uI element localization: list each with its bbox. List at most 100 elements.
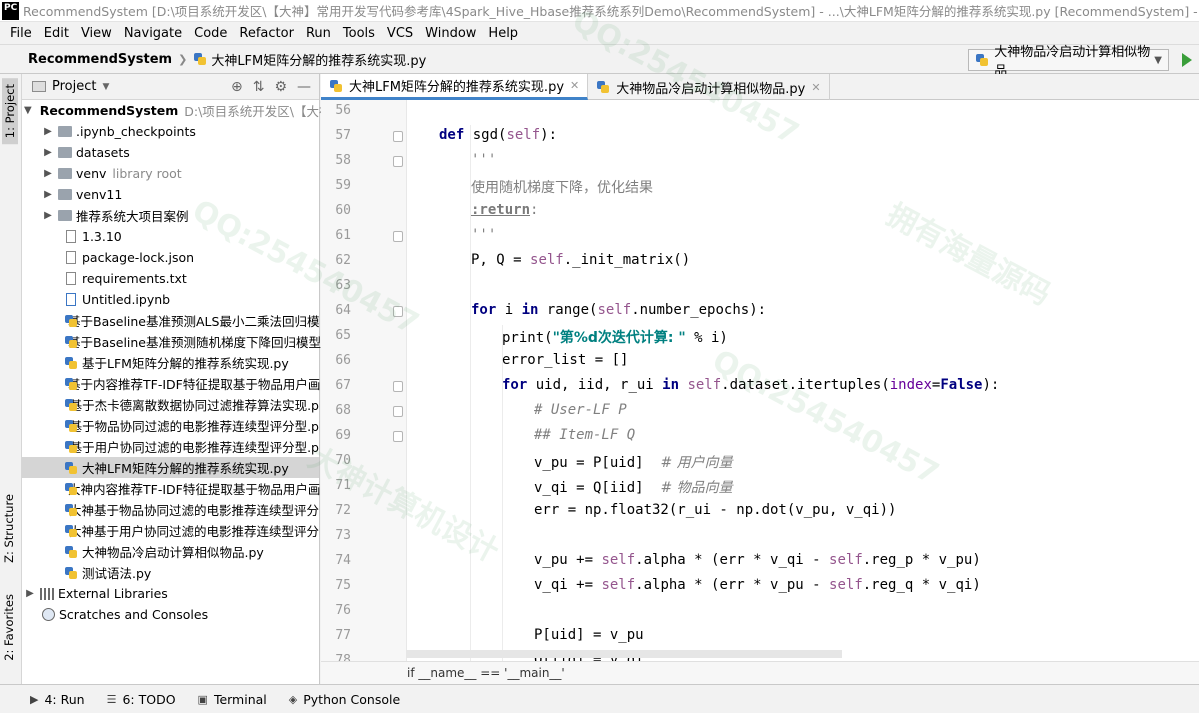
close-icon[interactable]: ✕ [811, 81, 820, 94]
menu-refactor[interactable]: Refactor [233, 26, 300, 41]
chevron-right-icon[interactable]: ▶ [42, 168, 54, 179]
tree-file[interactable]: 基于物品协同过滤的电影推荐连续型评分型.p [22, 415, 319, 436]
tree-folder[interactable]: ▶ 推荐系统大项目案例 [22, 205, 319, 226]
chevron-down-icon: ▼ [1154, 54, 1162, 66]
tab-label: 大神物品冷启动计算相似物品.py [616, 81, 806, 97]
chevron-down-icon[interactable]: ▼ [24, 105, 32, 116]
tree-folder[interactable]: ▶ datasets [22, 142, 319, 163]
line-number: 68 [335, 403, 351, 418]
fold-icon[interactable] [393, 231, 403, 242]
tree-file[interactable]: 测试语法.py [22, 562, 319, 583]
folder-icon [32, 81, 46, 92]
tree-external-libraries[interactable]: ▶ External Libraries [22, 583, 319, 604]
fold-icon[interactable] [393, 406, 403, 417]
python-file-icon [64, 440, 75, 454]
line-number: 62 [335, 253, 351, 268]
menu-code[interactable]: Code [188, 26, 233, 41]
tree-file[interactable]: 基于杰卡德离散数据协同过滤推荐算法实现.p [22, 394, 319, 415]
chevron-right-icon[interactable]: ▶ [24, 588, 36, 599]
tree-file[interactable]: 大神基于物品协同过滤的电影推荐连续型评分 [22, 499, 319, 520]
tree-file[interactable]: 大神基于用户协同过滤的电影推荐连续型评分 [22, 520, 319, 541]
chevron-right-icon[interactable]: ▶ [42, 210, 54, 221]
fold-icon[interactable] [393, 131, 403, 142]
tree-file[interactable]: 基于用户协同过滤的电影推荐连续型评分型.p [22, 436, 319, 457]
python-console-tool-button[interactable]: ◈ Python Console [289, 692, 400, 707]
python-file-icon [64, 461, 78, 475]
tree-folder[interactable]: ▶ .ipynb_checkpoints [22, 121, 319, 142]
python-file-icon [64, 419, 75, 433]
tree-file[interactable]: package-lock.json [22, 247, 319, 268]
menu-window[interactable]: Window [419, 26, 482, 41]
fold-icon[interactable] [393, 306, 403, 317]
run-configuration-select[interactable]: 大神物品冷启动计算相似物品 ▼ [968, 45, 1169, 79]
breadcrumb-scope[interactable]: if __name__ == '__main__' [407, 666, 565, 680]
tree-file[interactable]: 大神物品冷启动计算相似物品.py [22, 541, 319, 562]
menu-file[interactable]: File [4, 26, 38, 41]
hide-panel-icon[interactable]: — [297, 79, 311, 95]
code-line: 71 v_qi = Q[iid] # 物品向量 [321, 475, 1199, 500]
locate-file-icon[interactable]: ⊕ [231, 79, 243, 95]
tree-root[interactable]: ▼ RecommendSystem D:\项目系统开发区\【大神 [22, 100, 332, 121]
file-icon [66, 230, 76, 243]
tree-file-label: requirements.txt [82, 271, 187, 286]
line-number: 75 [335, 578, 351, 593]
library-root-hint: library root [112, 166, 182, 181]
python-file-icon [64, 545, 78, 559]
tab-structure-toolwindow[interactable]: Z: Structure [2, 494, 16, 563]
menu-tools[interactable]: Tools [337, 26, 381, 41]
tree-folder[interactable]: ▶ venv11 [22, 184, 319, 205]
tree-file[interactable]: 大神内容推荐TF-IDF特征提取基于物品用户画 [22, 478, 320, 499]
terminal-tool-button[interactable]: ▣ Terminal [198, 692, 267, 707]
tree-file[interactable]: requirements.txt [22, 268, 319, 289]
tab-cold-start-file[interactable]: 大神物品冷启动计算相似物品.py ✕ [588, 74, 830, 100]
run-button[interactable] [1182, 53, 1192, 67]
editor-tabs: 大神LFM矩阵分解的推荐系统实现.py ✕ 大神物品冷启动计算相似物品.py ✕ [321, 74, 1199, 100]
project-view-selector[interactable]: Project [52, 79, 96, 94]
collapse-all-icon[interactable]: ⇅ [253, 79, 265, 95]
fold-icon[interactable] [393, 156, 403, 167]
code-line: 61 ''' [321, 225, 1199, 250]
tool-label: 6: TODO [122, 691, 176, 707]
gear-icon[interactable]: ⚙ [274, 79, 287, 95]
tree-file[interactable]: 基于LFM矩阵分解的推荐系统实现.py [22, 352, 319, 373]
menu-run[interactable]: Run [300, 26, 337, 41]
code-line: 63 [321, 275, 1199, 300]
tree-file[interactable]: 基于Baseline基准预测随机梯度下降回归模型 [22, 331, 321, 352]
tree-file[interactable]: 基于Baseline基准预测ALS最小二乘法回归模 [22, 310, 319, 331]
close-icon[interactable]: ✕ [570, 79, 579, 92]
tree-file[interactable]: Untitled.ipynb [22, 289, 319, 310]
run-tool-button[interactable]: ▶ 4: Run [30, 692, 85, 707]
line-number: 57 [335, 128, 351, 143]
breadcrumb-file[interactable]: 大神LFM矩阵分解的推荐系统实现.py [211, 50, 426, 69]
menu-help[interactable]: Help [482, 26, 524, 41]
tree-folder[interactable]: ▶ venv library root [22, 163, 319, 184]
code-editor[interactable]: 56 57 def sgd(self): 58 ''' 59 使用随机梯度下降，优化结… [321, 100, 1199, 684]
python-file-icon [596, 80, 610, 94]
tree-file[interactable]: 基于内容推荐TF-IDF特征提取基于物品用户画 [22, 373, 320, 394]
menu-view[interactable]: View [75, 26, 118, 41]
code-line: 69 ## Item-LF Q [321, 425, 1199, 450]
chevron-right-icon[interactable]: ▶ [42, 126, 54, 137]
tree-folder-label: venv11 [76, 187, 123, 202]
todo-tool-button[interactable]: ☰ 6: TODO [107, 692, 176, 707]
code-line: 59 使用随机梯度下降，优化结果 [321, 175, 1199, 200]
tree-file-label: 基于杰卡德离散数据协同过滤推荐算法实现.p [69, 398, 319, 413]
menu-edit[interactable]: Edit [38, 26, 75, 41]
fold-icon[interactable] [393, 381, 403, 392]
line-number: 58 [335, 153, 351, 168]
fold-icon[interactable] [393, 431, 403, 442]
menu-vcs[interactable]: VCS [381, 26, 419, 41]
tab-lfm-file[interactable]: 大神LFM矩阵分解的推荐系统实现.py ✕ [321, 74, 589, 100]
tab-project-toolwindow[interactable]: 1: Project [2, 78, 18, 145]
code-line: 77 P[uid] = v_pu [321, 625, 1199, 650]
breadcrumb-project[interactable]: RecommendSystem [28, 52, 172, 67]
menu-navigate[interactable]: Navigate [118, 26, 188, 41]
tree-file[interactable]: 1.3.10 [22, 226, 319, 247]
tree-file-selected[interactable]: 大神LFM矩阵分解的推荐系统实现.py [22, 457, 319, 478]
chevron-down-icon[interactable]: ▼ [102, 82, 109, 92]
tab-favorites-toolwindow[interactable]: 2: Favorites [2, 594, 16, 661]
chevron-right-icon[interactable]: ▶ [42, 147, 54, 158]
editor-breadcrumb[interactable]: if __name__ == '__main__' [321, 661, 1199, 684]
tree-scratches[interactable]: Scratches and Consoles [22, 604, 319, 625]
chevron-right-icon[interactable]: ▶ [42, 189, 54, 200]
